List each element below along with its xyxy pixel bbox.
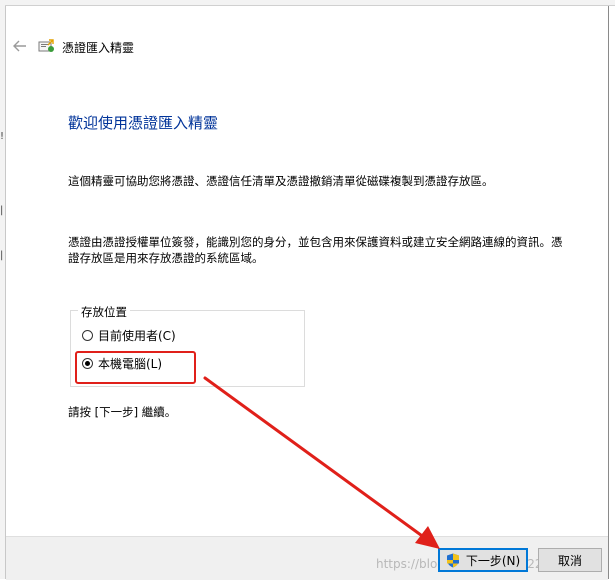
- cancel-button[interactable]: 取消: [538, 548, 602, 572]
- instruction-text: 請按 [下一步] 繼續。: [68, 405, 177, 419]
- radio-unchecked-icon: [82, 330, 93, 341]
- page-heading: 歡迎使用憑證匯入精靈: [68, 114, 219, 132]
- annotation-highlight-box: [75, 351, 196, 384]
- certificate-import-wizard-dialog: 憑證匯入精靈 歡迎使用憑證匯入精靈 這個精靈可協助您將憑證、憑證信任清單及憑證撤…: [6, 6, 609, 580]
- next-button-label: 下一步(N): [465, 553, 521, 568]
- store-location-label: 存放位置: [78, 304, 130, 320]
- uac-shield-icon: [446, 553, 459, 567]
- wizard-title: 憑證匯入精靈: [62, 41, 135, 55]
- cancel-button-label: 取消: [557, 553, 582, 568]
- certificate-wizard-icon: [38, 39, 54, 52]
- current-user-label: 目前使用者(C): [98, 329, 176, 343]
- description-paragraph: 憑證由憑證授權單位簽發，能識別您的身分，並包含用來保護資料或建立安全網路連線的資…: [68, 235, 563, 265]
- current-user-radio[interactable]: 目前使用者(C): [82, 327, 176, 344]
- intro-paragraph: 這個精靈可協助您將憑證、憑證信任清單及憑證撤銷清單從磁碟複製到憑證存放區。: [68, 174, 494, 188]
- next-button[interactable]: 下一步(N): [438, 548, 528, 572]
- back-arrow-icon[interactable]: [12, 38, 28, 54]
